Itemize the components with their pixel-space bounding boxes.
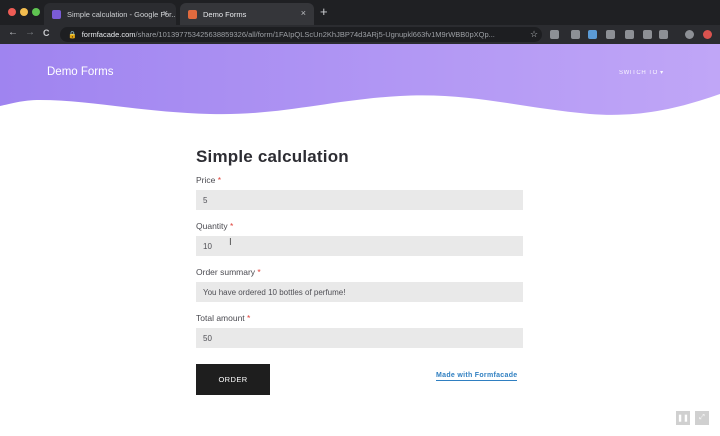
- extension-icon[interactable]: [550, 30, 559, 39]
- extension-icon[interactable]: [606, 30, 615, 39]
- price-value: 5: [203, 195, 208, 205]
- order-summary-field[interactable]: You have ordered 10 bottles of perfume!: [196, 282, 523, 302]
- tab-title: Simple calculation - Google For...: [67, 9, 176, 19]
- expand-icon[interactable]: ⤢: [695, 411, 709, 425]
- close-tab-icon[interactable]: ×: [163, 8, 168, 18]
- quantity-value: 10: [203, 241, 212, 251]
- brand-title[interactable]: Demo Forms: [47, 66, 113, 78]
- tab-title: Demo Forms: [203, 9, 247, 19]
- quantity-label: Quantity *: [196, 221, 234, 231]
- extension-icon[interactable]: [625, 30, 634, 39]
- bookmark-star-icon[interactable]: ☆: [530, 29, 538, 40]
- pause-button[interactable]: ❚❚: [676, 411, 690, 425]
- new-tab-button[interactable]: +: [320, 4, 328, 19]
- lock-icon: 🔒: [68, 31, 77, 39]
- address-bar[interactable]: 🔒 formfacade.com /share/1013977534256388…: [60, 27, 542, 42]
- forward-button[interactable]: →: [25, 27, 35, 38]
- header-banner: [0, 44, 720, 115]
- tab-demo-forms[interactable]: Demo Forms ×: [180, 3, 314, 25]
- total-amount-value: 50: [203, 333, 212, 343]
- extension-icon[interactable]: [703, 30, 712, 39]
- tab-simple-calculation[interactable]: Simple calculation - Google For... ×: [44, 3, 176, 25]
- browser-tab-strip: Simple calculation - Google For... × Dem…: [0, 0, 720, 25]
- extension-icon[interactable]: [659, 30, 668, 39]
- text-cursor-icon: I: [229, 237, 232, 248]
- price-label: Price *: [196, 175, 222, 185]
- url-host: formfacade.com: [81, 30, 136, 39]
- quantity-field[interactable]: 10: [196, 236, 523, 256]
- reload-button[interactable]: C: [43, 28, 50, 38]
- order-button[interactable]: ORDER: [196, 364, 270, 395]
- order-summary-value: You have ordered 10 bottles of perfume!: [203, 287, 346, 297]
- order-summary-label: Order summary *: [196, 267, 261, 277]
- profile-avatar[interactable]: [685, 30, 694, 39]
- made-with-formfacade-link[interactable]: Made with Formfacade: [436, 372, 518, 381]
- close-window-button[interactable]: [8, 8, 16, 16]
- total-amount-label: Total amount *: [196, 313, 251, 323]
- extension-icon[interactable]: [643, 30, 652, 39]
- close-tab-icon[interactable]: ×: [301, 8, 306, 18]
- back-button[interactable]: ←: [8, 27, 18, 38]
- form-title: Simple calculation: [196, 147, 349, 166]
- formfacade-icon: [188, 9, 197, 19]
- switch-to-menu[interactable]: SWITCH TO ▾: [619, 69, 664, 76]
- total-amount-field[interactable]: 50: [196, 328, 523, 348]
- extension-icon[interactable]: [571, 30, 580, 39]
- zoom-window-button[interactable]: [32, 8, 40, 16]
- minimize-window-button[interactable]: [20, 8, 28, 16]
- url-path: /share/101397753425638859326/all/form/1F…: [135, 30, 495, 39]
- price-field[interactable]: 5: [196, 190, 523, 210]
- extension-icon[interactable]: [588, 30, 597, 39]
- google-forms-icon: [52, 9, 61, 19]
